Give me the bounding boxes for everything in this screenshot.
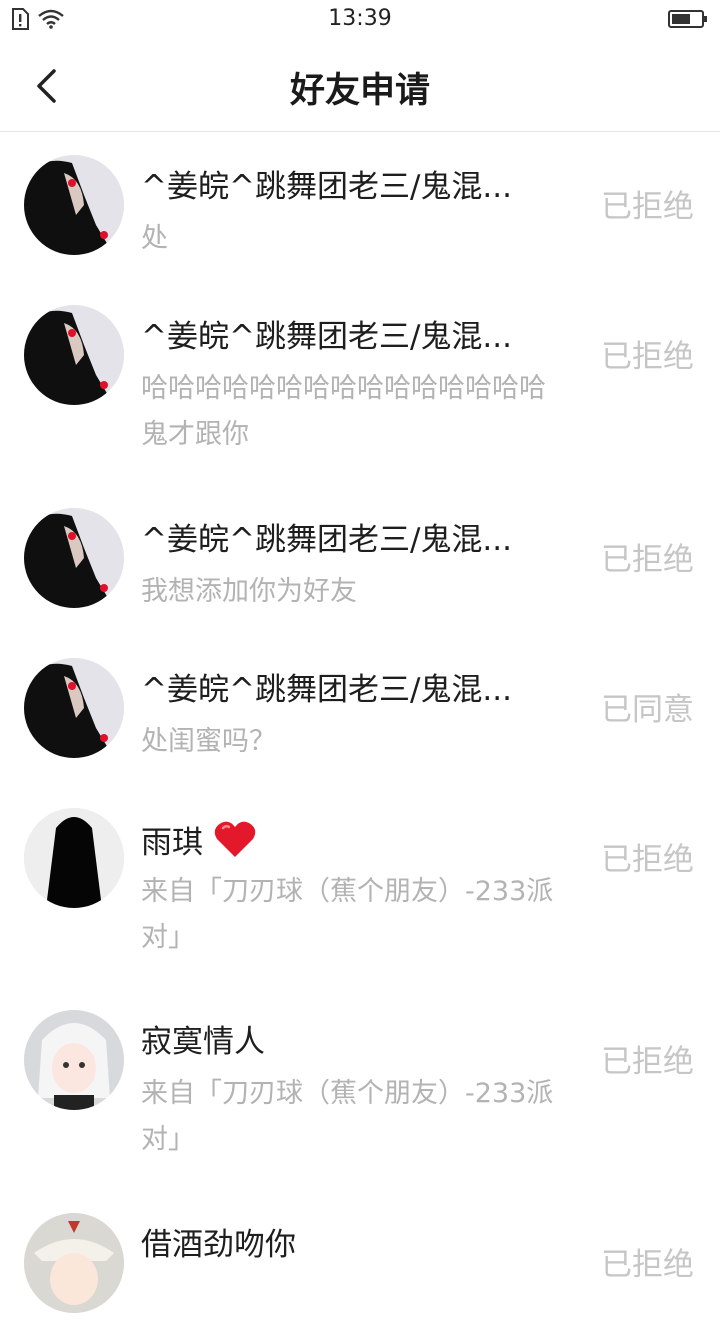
status-time: 13:39 xyxy=(328,6,392,31)
request-message: 处闺蜜吗？ xyxy=(141,726,276,757)
request-message: 处 xyxy=(141,223,168,254)
request-message: 来自「刀刃球（蕉个朋友）-233派对」 xyxy=(141,1078,554,1155)
avatar[interactable] xyxy=(24,1010,124,1110)
request-status: 已同意 xyxy=(601,692,694,728)
header-bar: 好友申请 xyxy=(0,40,720,132)
avatar[interactable] xyxy=(24,658,124,758)
request-name: 借酒劲吻你 xyxy=(141,1227,296,1263)
friend-request-item[interactable]: ^姜皖^跳舞团老三/鬼混... 处闺蜜吗？ 已同意 xyxy=(0,635,720,785)
friend-request-list: ^姜皖^跳舞团老三/鬼混... 处 已拒绝 ^姜皖^跳舞团老三/鬼混... 哈哈… xyxy=(0,132,720,1340)
friend-request-item[interactable]: ^姜皖^跳舞团老三/鬼混... 哈哈哈哈哈哈哈哈哈哈哈哈哈哈哈鬼才跟你 已拒绝 xyxy=(0,282,720,485)
request-name: ^姜皖^跳舞团老三/鬼混... xyxy=(141,319,512,355)
request-status: 已拒绝 xyxy=(601,189,694,225)
request-status: 已拒绝 xyxy=(601,542,694,578)
avatar[interactable] xyxy=(24,808,124,908)
avatar[interactable] xyxy=(24,508,124,608)
battery-icon xyxy=(668,9,708,33)
friend-request-item[interactable]: ^姜皖^跳舞团老三/鬼混... 我想添加你为好友 已拒绝 xyxy=(0,485,720,635)
page-title: 好友申请 xyxy=(289,71,430,111)
avatar[interactable] xyxy=(24,155,124,255)
request-status: 已拒绝 xyxy=(601,339,694,375)
request-name: ^姜皖^跳舞团老三/鬼混... xyxy=(141,169,512,205)
avatar[interactable] xyxy=(24,305,124,405)
request-status: 已拒绝 xyxy=(601,1044,694,1080)
avatar[interactable] xyxy=(24,1213,124,1313)
friend-request-item[interactable]: ^姜皖^跳舞团老三/鬼混... 处 已拒绝 xyxy=(0,132,720,282)
friend-request-item[interactable]: 雨琪 来自「刀刃球（蕉个朋友）-233派对」 已拒绝 xyxy=(0,785,720,987)
request-name: 寂寞情人 xyxy=(141,1024,265,1060)
heart-icon xyxy=(214,821,256,857)
request-name: ^姜皖^跳舞团老三/鬼混... xyxy=(141,672,512,708)
request-message: 我想添加你为好友 xyxy=(141,576,357,607)
request-name: 雨琪 xyxy=(141,819,556,864)
friend-request-item[interactable]: 寂寞情人 来自「刀刃球（蕉个朋友）-233派对」 已拒绝 xyxy=(0,987,720,1190)
request-name: ^姜皖^跳舞团老三/鬼混... xyxy=(141,522,512,558)
request-message: 哈哈哈哈哈哈哈哈哈哈哈哈哈哈哈鬼才跟你 xyxy=(141,373,546,450)
status-bar: 13:39 xyxy=(0,0,720,40)
request-message: 来自「刀刃球（蕉个朋友）-233派对」 xyxy=(141,876,554,953)
friend-request-item[interactable]: 借酒劲吻你 已拒绝 xyxy=(0,1190,720,1340)
request-status: 已拒绝 xyxy=(601,842,694,878)
